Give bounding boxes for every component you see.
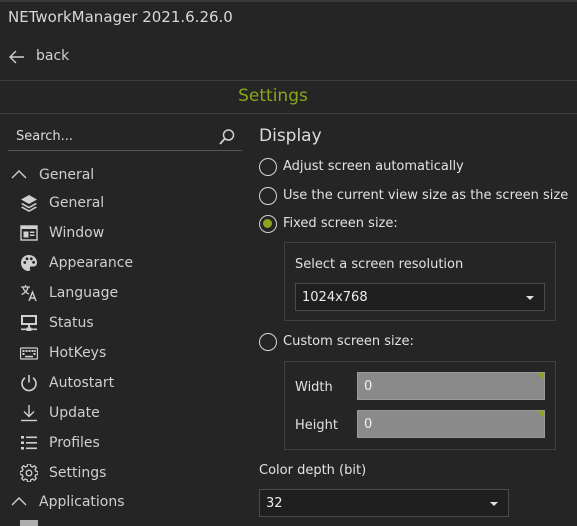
sidebar-item-label: Language bbox=[49, 285, 119, 301]
monitor-network-icon bbox=[21, 315, 37, 331]
sidebar-item-settings[interactable]: Settings bbox=[8, 458, 242, 488]
sidebar-item-general[interactable]: General bbox=[8, 188, 242, 218]
back-button[interactable]: back bbox=[0, 42, 200, 72]
radio-button[interactable] bbox=[259, 187, 277, 205]
width-input[interactable]: 0 bbox=[357, 372, 545, 400]
divider bbox=[0, 113, 577, 114]
dashboard-icon bbox=[20, 520, 38, 526]
sidebar-item-language[interactable]: Language bbox=[8, 278, 242, 308]
height-label: Height bbox=[295, 418, 338, 433]
chevron-up-icon bbox=[11, 170, 27, 179]
sidebar-item-label: Status bbox=[49, 315, 94, 331]
radio-label: Use the current view size as the screen … bbox=[283, 188, 569, 203]
chevron-up-icon bbox=[11, 497, 27, 506]
height-input[interactable]: 0 bbox=[357, 410, 545, 438]
back-label: back bbox=[36, 48, 70, 64]
sidebar-item-label: Settings bbox=[49, 465, 107, 481]
radio-button[interactable] bbox=[259, 158, 277, 176]
window-title: NETworkManager 2021.6.26.0 bbox=[8, 8, 233, 26]
palette-icon bbox=[21, 255, 37, 271]
radio-label: Custom screen size: bbox=[283, 334, 414, 349]
height-value: 0 bbox=[364, 417, 373, 432]
sidebar-item-status[interactable]: Status bbox=[8, 308, 242, 338]
sidebar-item-appearance[interactable]: Appearance bbox=[8, 248, 242, 278]
window-icon bbox=[20, 225, 38, 241]
field-corner-marker bbox=[537, 373, 544, 380]
resolution-label: Select a screen resolution bbox=[295, 257, 464, 272]
sidebar-item-label: Update bbox=[49, 405, 100, 421]
color-depth-label: Color depth (bit) bbox=[259, 463, 367, 478]
width-label: Width bbox=[295, 380, 333, 395]
sidebar-item-label: Autostart bbox=[49, 375, 115, 391]
keyboard-icon bbox=[20, 347, 38, 360]
resolution-value: 1024x768 bbox=[302, 290, 368, 305]
sidebar-group-applications[interactable]: Applications bbox=[8, 487, 242, 517]
width-value: 0 bbox=[364, 379, 373, 394]
sidebar-item-label: Profiles bbox=[49, 435, 100, 451]
sidebar-item-window[interactable]: Window bbox=[8, 218, 242, 248]
translate-icon bbox=[21, 285, 37, 302]
sidebar-item-label: HotKeys bbox=[49, 345, 107, 361]
color-depth-value: 32 bbox=[266, 496, 283, 511]
download-icon bbox=[21, 405, 37, 422]
title-bar: NETworkManager 2021.6.26.0 bbox=[0, 2, 577, 35]
radio-button[interactable] bbox=[259, 333, 277, 351]
radio-label: Adjust screen automatically bbox=[283, 159, 464, 174]
resolution-select[interactable]: 1024x768 bbox=[295, 283, 545, 311]
radio-button[interactable] bbox=[259, 215, 277, 233]
chevron-down-icon bbox=[526, 296, 534, 300]
sidebar-item-profiles[interactable]: Profiles bbox=[8, 428, 242, 458]
chevron-down-icon bbox=[490, 502, 498, 506]
sidebar-item-autostart[interactable]: Autostart bbox=[8, 368, 242, 398]
divider bbox=[0, 80, 577, 81]
search-input[interactable]: Search... bbox=[8, 124, 242, 151]
arrow-left-icon bbox=[9, 50, 24, 64]
radio-label: Fixed screen size: bbox=[283, 216, 398, 231]
sidebar-group-label: Applications bbox=[39, 494, 125, 510]
power-icon bbox=[21, 375, 37, 392]
color-depth-select[interactable]: 32 bbox=[259, 489, 509, 517]
search-icon[interactable] bbox=[218, 128, 236, 146]
gear-icon bbox=[20, 464, 38, 482]
page-title: Settings bbox=[238, 86, 308, 106]
sidebar-item-hotkeys[interactable]: HotKeys bbox=[8, 338, 242, 368]
list-icon bbox=[21, 436, 37, 450]
sidebar-item-label: Window bbox=[49, 225, 105, 241]
sidebar-item-label: General bbox=[49, 195, 105, 211]
layers-icon bbox=[21, 195, 37, 212]
sidebar-item-label: Appearance bbox=[49, 255, 134, 271]
search-placeholder: Search... bbox=[16, 129, 74, 144]
sidebar-group-label: General bbox=[39, 167, 95, 183]
display-section-title: Display bbox=[259, 126, 322, 146]
field-corner-marker bbox=[537, 411, 544, 418]
sidebar-group-general[interactable]: General bbox=[8, 160, 242, 190]
sidebar-item-update[interactable]: Update bbox=[8, 398, 242, 428]
